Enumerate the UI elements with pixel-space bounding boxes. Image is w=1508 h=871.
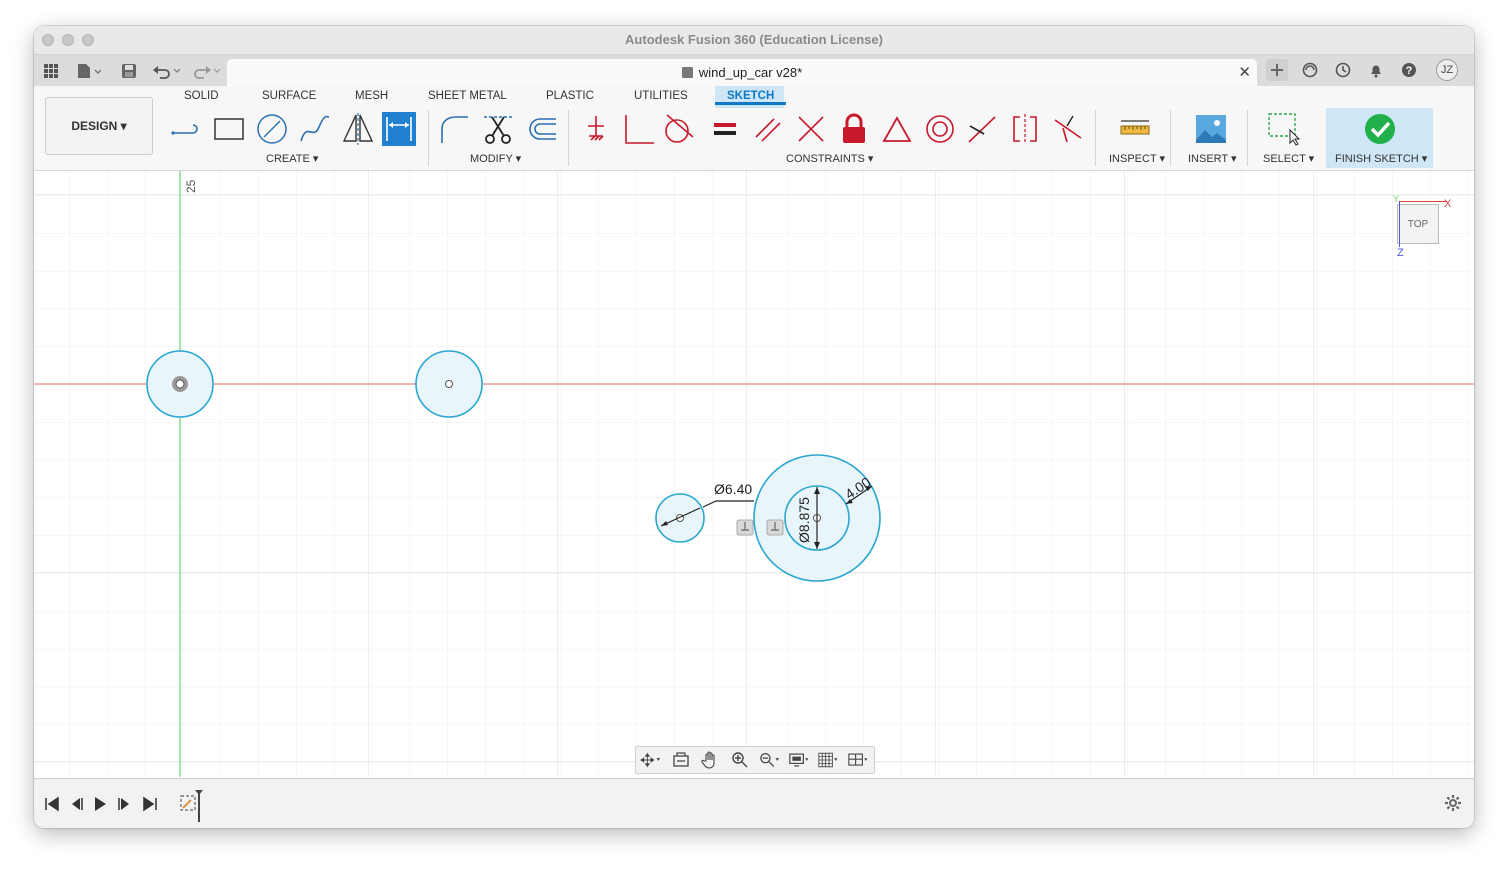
group-separator — [428, 110, 429, 166]
spline-tool-icon[interactable] — [298, 112, 332, 146]
select-box-icon[interactable] — [1267, 112, 1301, 146]
group-separator — [1170, 110, 1171, 166]
close-tab-button[interactable]: ✕ — [1238, 63, 1251, 81]
go-to-start-icon[interactable] — [44, 796, 60, 816]
tab-mesh[interactable]: MESH — [355, 90, 388, 102]
on-curve-constraint-icon[interactable] — [965, 112, 999, 146]
tab-sketch[interactable]: SKETCH — [714, 90, 787, 105]
timeline-settings-gear-icon[interactable] — [1444, 794, 1462, 816]
constraints-group-label[interactable]: CONSTRAINTS ▾ — [786, 152, 873, 165]
new-tab-plus-icon[interactable] — [1266, 59, 1288, 81]
perpendicular-constraint-icon[interactable] — [794, 112, 828, 146]
viewcube-x-label: X — [1444, 198, 1452, 210]
dimension-large-diameter[interactable]: Ø8.875 — [796, 497, 812, 543]
extensions-icon[interactable] — [1299, 59, 1321, 81]
document-tab-bar: wind_up_car v28* ✕ ? JZ — [34, 55, 1474, 86]
fillet-tool-icon[interactable] — [437, 112, 471, 146]
save-icon[interactable] — [119, 60, 139, 82]
ribbon-toolbar: DESIGN ▾ SOLID SURFACE MESH SHEET METAL … — [34, 86, 1474, 171]
finish-sketch-label[interactable]: FINISH SKETCH ▾ — [1335, 152, 1427, 165]
group-separator — [1095, 110, 1096, 166]
offset-tool-icon[interactable] — [525, 112, 559, 146]
mirror-tool-icon[interactable] — [341, 112, 375, 146]
modify-group-label[interactable]: MODIFY ▾ — [470, 152, 521, 165]
parallel-constraint-icon[interactable] — [751, 112, 785, 146]
dimension-tool-icon[interactable] — [382, 112, 416, 146]
fit-zoom-icon[interactable] — [759, 751, 781, 769]
create-group-label[interactable]: CREATE ▾ — [266, 152, 318, 165]
app-grid-icon[interactable] — [41, 60, 61, 82]
sketch-drawing — [34, 171, 1474, 777]
insert-group-label[interactable]: INSERT ▾ — [1188, 152, 1237, 165]
line-tool-icon[interactable] — [170, 112, 204, 146]
symmetry-constraint-icon[interactable] — [1008, 112, 1042, 146]
viewcube[interactable]: TOP — [1397, 204, 1439, 244]
concentric-constraint-icon[interactable] — [923, 112, 957, 146]
finish-check-icon[interactable] — [1363, 112, 1397, 146]
go-to-end-icon[interactable] — [142, 796, 158, 816]
notifications-bell-icon[interactable] — [1365, 59, 1387, 81]
coincident-constraint-icon[interactable] — [579, 112, 613, 146]
tab-utilities[interactable]: UTILITIES — [634, 90, 688, 102]
dimension-small-diameter[interactable]: Ø6.40 — [714, 481, 752, 497]
app-window: Autodesk Fusion 360 (Education License) … — [34, 26, 1474, 828]
inspect-group-label[interactable]: INSPECT ▾ — [1109, 152, 1165, 165]
tab-sheet-metal[interactable]: SHEET METAL — [428, 90, 507, 102]
window-title: Autodesk Fusion 360 (Education License) — [625, 32, 883, 47]
insert-image-icon[interactable] — [1194, 112, 1228, 146]
timeline-bar — [34, 778, 1474, 828]
sketch-feature-icon[interactable] — [179, 790, 207, 826]
sketch-canvas[interactable]: 25 Ø6.40 Ø8.875 4.00 TOP X Y Z — [34, 171, 1474, 777]
document-title: wind_up_car v28* — [698, 65, 803, 80]
pan-hand-icon[interactable] — [699, 751, 721, 769]
viewcube-z-label: Z — [1397, 247, 1404, 259]
tab-plastic[interactable]: PLASTIC — [546, 90, 594, 102]
undo-icon[interactable] — [151, 60, 183, 82]
svg-text:?: ? — [1406, 65, 1413, 77]
user-avatar[interactable]: JZ — [1436, 59, 1458, 81]
group-separator — [1247, 110, 1248, 166]
document-cube-icon — [681, 67, 693, 78]
help-icon[interactable]: ? — [1398, 59, 1420, 81]
display-settings-icon[interactable] — [788, 751, 811, 769]
group-separator — [568, 110, 569, 166]
navigation-bar — [635, 746, 875, 774]
title-bar: Autodesk Fusion 360 (Education License) — [34, 26, 1474, 55]
measure-ruler-icon[interactable] — [1118, 112, 1152, 146]
fix-constraint-glyph — [736, 519, 754, 536]
circle-tool-icon[interactable] — [255, 112, 289, 146]
file-menu-icon[interactable] — [74, 60, 104, 82]
viewcube-face[interactable]: TOP — [1408, 219, 1428, 230]
midpoint-triangle-icon[interactable] — [880, 112, 914, 146]
tab-surface[interactable]: SURFACE — [262, 90, 316, 102]
step-forward-icon[interactable] — [117, 796, 133, 816]
play-icon[interactable] — [92, 796, 108, 816]
viewcube-x-axis — [1399, 201, 1447, 202]
design-workspace-menu[interactable]: DESIGN ▾ — [45, 97, 153, 155]
select-group-label[interactable]: SELECT ▾ — [1263, 152, 1314, 165]
step-back-icon[interactable] — [68, 796, 84, 816]
viewcube-z-axis — [1399, 201, 1400, 247]
tab-solid[interactable]: SOLID — [184, 90, 219, 102]
fix-lock-icon[interactable] — [837, 112, 871, 146]
tangent-constraint-icon[interactable] — [662, 112, 696, 146]
collinear-constraint-icon[interactable] — [621, 112, 655, 146]
redo-icon[interactable] — [191, 60, 223, 82]
look-at-icon[interactable] — [670, 751, 692, 769]
viewports-icon[interactable] — [848, 751, 870, 769]
fix-constraint-glyph — [766, 519, 784, 536]
trim-scissors-icon[interactable] — [481, 112, 515, 146]
job-status-icon[interactable] — [1332, 59, 1354, 81]
equal-constraint-icon[interactable] — [708, 112, 742, 146]
curvature-constraint-icon[interactable] — [1051, 112, 1085, 146]
grid-settings-icon[interactable] — [818, 751, 840, 769]
document-tab[interactable]: wind_up_car v28* ✕ — [227, 59, 1257, 86]
zoom-icon[interactable] — [729, 751, 751, 769]
orbit-icon[interactable] — [639, 751, 662, 769]
rectangle-tool-icon[interactable] — [212, 112, 246, 146]
axis-tick-label: 25 — [184, 179, 198, 193]
